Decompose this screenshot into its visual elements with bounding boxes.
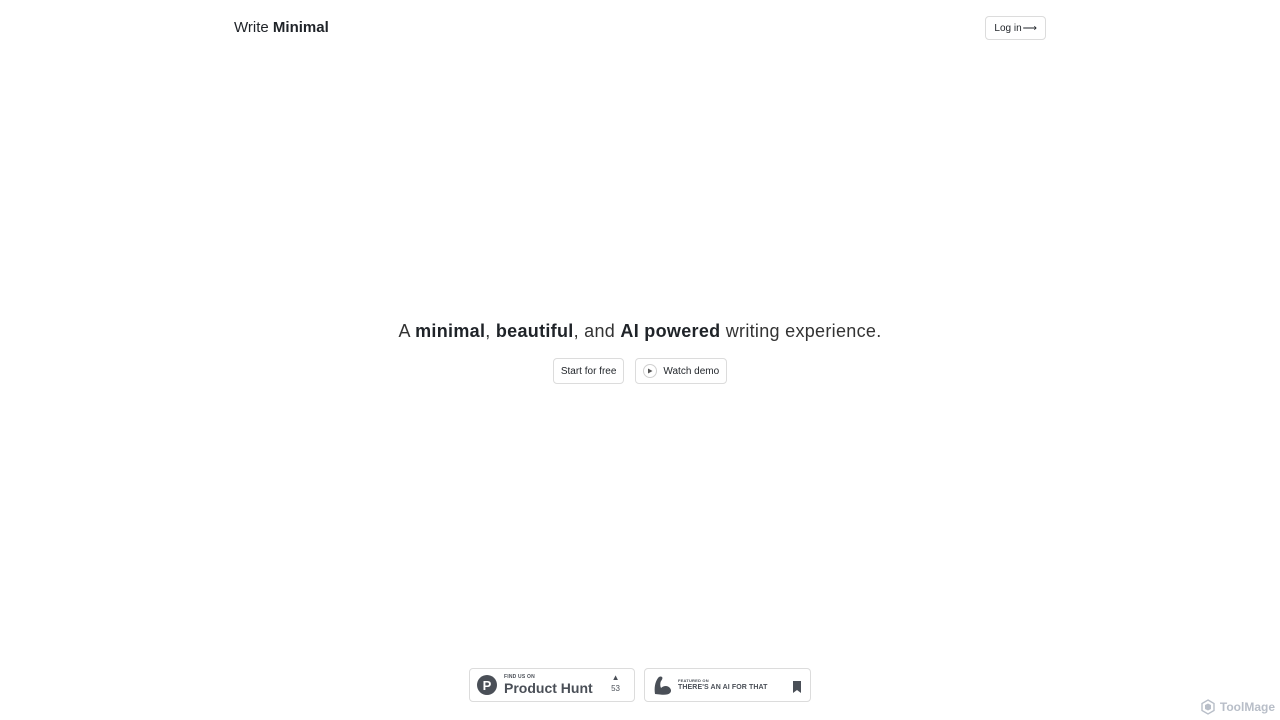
watch-demo-label: Watch demo bbox=[663, 365, 720, 377]
header: Write Minimal Log in ⟶ bbox=[234, 0, 1046, 56]
hero: A minimal, beautiful, and AI powered wri… bbox=[0, 318, 1280, 384]
tagline: A minimal, beautiful, and AI powered wri… bbox=[0, 318, 1280, 344]
login-button[interactable]: Log in ⟶ bbox=[985, 16, 1046, 40]
login-label: Log in bbox=[994, 22, 1022, 34]
vote-count: 53 bbox=[611, 684, 620, 693]
brand-light: Write bbox=[234, 19, 269, 36]
arrow-right-icon: ⟶ bbox=[1022, 22, 1037, 34]
tagline-emphasis: minimal bbox=[415, 321, 486, 341]
tagline-part: , bbox=[485, 321, 496, 341]
toolmage-logo-icon bbox=[1201, 699, 1215, 715]
tagline-emphasis: AI powered bbox=[620, 321, 721, 341]
flexed-arm-icon bbox=[654, 676, 672, 695]
product-hunt-big-text: Product Hunt bbox=[504, 680, 593, 696]
upvote-icon: ▲ bbox=[611, 673, 620, 682]
watch-demo-button[interactable]: Watch demo bbox=[635, 358, 728, 384]
theres-an-ai-for-that-badge[interactable]: FEATURED ON THERE'S AN AI FOR THAT bbox=[644, 668, 811, 702]
tagline-emphasis: beautiful bbox=[495, 321, 574, 341]
featured-badges: P FIND US ON Product Hunt ▲ 53 FEATURED … bbox=[0, 668, 1280, 702]
watermark: ToolMage bbox=[1200, 699, 1275, 715]
product-hunt-text: FIND US ON Product Hunt bbox=[504, 675, 593, 696]
start-for-free-button[interactable]: Start for free bbox=[552, 358, 625, 384]
brand-logo[interactable]: Write Minimal bbox=[234, 18, 329, 38]
play-icon bbox=[643, 364, 658, 378]
product-hunt-logo-icon: P bbox=[477, 675, 497, 695]
start-for-free-label: Start for free bbox=[560, 365, 617, 377]
tagline-part: writing experience. bbox=[720, 321, 882, 341]
product-hunt-votes: ▲ 53 bbox=[611, 674, 620, 693]
ai-for-that-big-text: THERE'S AN AI FOR THAT bbox=[678, 684, 768, 691]
ai-for-that-text: FEATURED ON THERE'S AN AI FOR THAT bbox=[678, 678, 768, 692]
watermark-text: ToolMage bbox=[1219, 700, 1275, 714]
bookmark-icon bbox=[793, 681, 801, 693]
tagline-part: A bbox=[398, 321, 416, 341]
tagline-part: , and bbox=[573, 321, 621, 341]
ai-for-that-small-text: FEATURED ON bbox=[678, 678, 709, 683]
page: Write Minimal Log in ⟶ A minimal, beauti… bbox=[0, 0, 1280, 720]
brand-bold: Minimal bbox=[272, 19, 329, 36]
product-hunt-badge[interactable]: P FIND US ON Product Hunt ▲ 53 bbox=[469, 668, 635, 702]
cta-row: Start for free Watch demo bbox=[0, 358, 1280, 384]
